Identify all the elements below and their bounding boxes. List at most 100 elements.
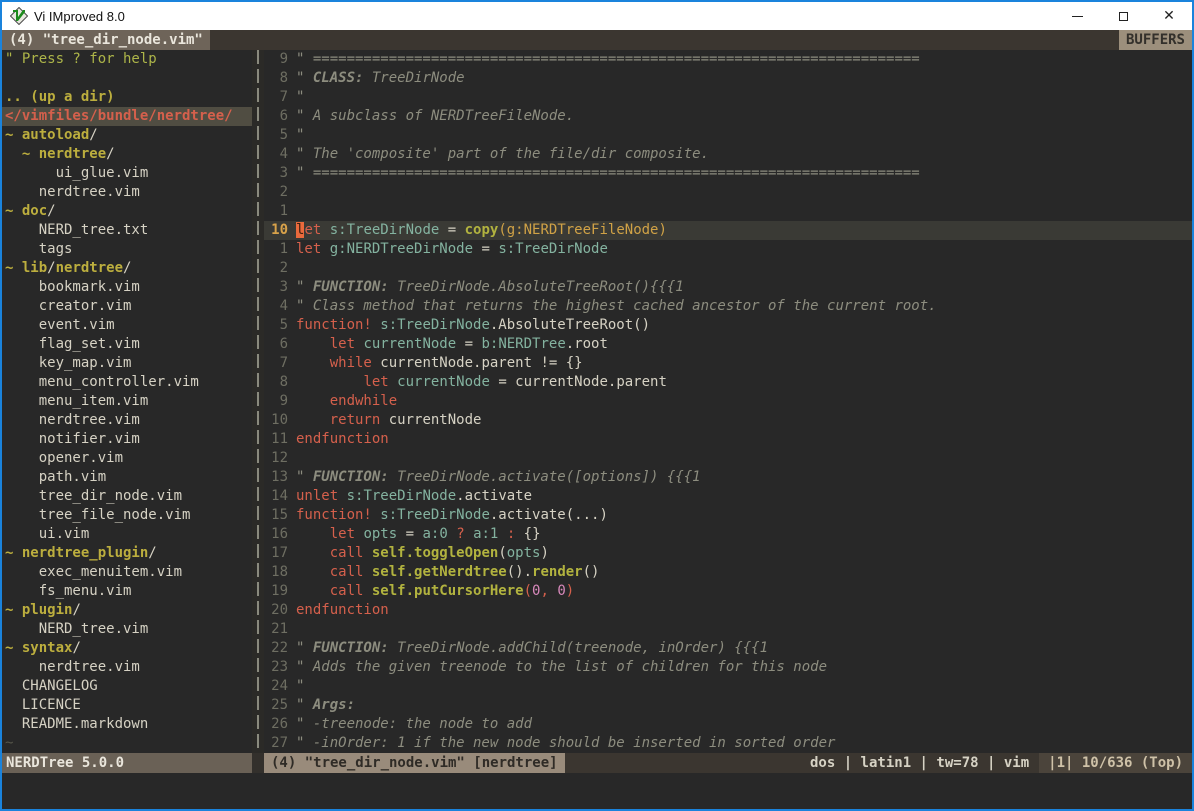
code-line[interactable]: 6" A subclass of NERDTreeFileNode. [264,107,1192,126]
line-number: 5 [264,316,288,335]
code-line[interactable]: 24" [264,677,1192,696]
code-line[interactable]: 18 call self.getNerdtree().render() [264,563,1192,582]
tree-row[interactable]: ~ autoload/ [2,126,252,145]
tree-row[interactable]: event.vim [2,316,252,335]
code-line[interactable]: 8" CLASS: TreeDirNode [264,69,1192,88]
tree-row[interactable]: ~ lib/nerdtree/ [2,259,252,278]
code-line[interactable]: 5function! s:TreeDirNode.AbsoluteTreeRoo… [264,316,1192,335]
code-line[interactable]: 12 [264,449,1192,468]
code-line[interactable]: 22" FUNCTION: TreeDirNode.addChild(treen… [264,639,1192,658]
command-line[interactable] [2,773,1192,809]
tree-row[interactable]: ~ syntax/ [2,639,252,658]
tree-row[interactable]: fs_menu.vim [2,582,252,601]
tree-row[interactable]: ~ [2,734,252,753]
file-status: (4) "tree_dir_node.vim" [nerdtree] [264,753,565,773]
code-line[interactable]: 25" Args: [264,696,1192,715]
code-line[interactable]: 16 let opts = a:0 ? a:1 : {} [264,525,1192,544]
tree-row[interactable]: key_map.vim [2,354,252,373]
code-line[interactable]: 1let g:NERDTreeDirNode = s:TreeDirNode [264,240,1192,259]
buffers-label: BUFFERS [1119,30,1192,50]
tree-row[interactable]: notifier.vim [2,430,252,449]
code-line[interactable]: 21 [264,620,1192,639]
tree-row[interactable]: ~ nerdtree/ [2,145,252,164]
tree-row[interactable]: path.vim [2,468,252,487]
tree-row[interactable]: ui.vim [2,525,252,544]
code-line[interactable]: 15function! s:TreeDirNode.activate(...) [264,506,1192,525]
code-line[interactable]: 23" Adds the given treenode to the list … [264,658,1192,677]
window-separator[interactable] [252,50,264,753]
tree-row[interactable]: tree_dir_node.vim [2,487,252,506]
tree-row[interactable]: CHANGELOG [2,677,252,696]
code-line[interactable]: 2 [264,259,1192,278]
code-line[interactable]: 1 [264,202,1192,221]
code-line[interactable]: 26" -treenode: the node to add [264,715,1192,734]
tree-row[interactable]: creator.vim [2,297,252,316]
code-line[interactable]: 13" FUNCTION: TreeDirNode.activate([opti… [264,468,1192,487]
tree-row[interactable]: ~ plugin/ [2,601,252,620]
tree-row[interactable]: nerdtree.vim [2,183,252,202]
line-number: 2 [264,259,288,278]
window-title: Vi IMproved 8.0 [34,9,125,24]
close-icon: ✕ [1163,9,1175,23]
code-line[interactable]: 6 let currentNode = b:NERDTree.root [264,335,1192,354]
code-line[interactable]: 3" =====================================… [264,164,1192,183]
tree-row[interactable] [2,69,252,88]
code-line[interactable]: 9" =====================================… [264,50,1192,69]
line-number: 3 [264,164,288,183]
line-number: 17 [264,544,288,563]
code-line[interactable]: 8 let currentNode = currentNode.parent [264,373,1192,392]
tree-row[interactable]: ~ doc/ [2,202,252,221]
line-number: 22 [264,639,288,658]
tree-row[interactable]: tags [2,240,252,259]
editor-panel: 9" =====================================… [264,50,1192,753]
code-line[interactable]: 14unlet s:TreeDirNode.activate [264,487,1192,506]
tree-row[interactable]: exec_menuitem.vim [2,563,252,582]
tree-row[interactable]: " Press ? for help [2,50,252,69]
tree-row[interactable]: .. (up a dir) [2,88,252,107]
code-line[interactable]: 17 call self.toggleOpen(opts) [264,544,1192,563]
tab-active[interactable]: (4) "tree_dir_node.vim" [2,30,210,50]
tree-row[interactable]: bookmark.vim [2,278,252,297]
tree-row[interactable]: opener.vim [2,449,252,468]
line-number: 1 [264,240,288,259]
code-line[interactable]: 9 endwhile [264,392,1192,411]
tree-row[interactable]: NERD_tree.txt [2,221,252,240]
line-number: 4 [264,145,288,164]
code-line[interactable]: 4" The 'composite' part of the file/dir … [264,145,1192,164]
tree-row[interactable]: menu_item.vim [2,392,252,411]
line-number: 1 [264,202,288,221]
code-line[interactable]: 4" Class method that returns the highest… [264,297,1192,316]
tree-row[interactable]: </vimfiles/bundle/nerdtree/ [2,107,252,126]
title-bar: Vi IMproved 8.0 ✕ [2,2,1192,30]
code-line[interactable]: 11endfunction [264,430,1192,449]
status-line: NERDTree 5.0.0 (4) "tree_dir_node.vim" [… [2,753,1192,773]
tree-row[interactable]: nerdtree.vim [2,411,252,430]
tree-row[interactable]: README.markdown [2,715,252,734]
tree-row[interactable]: ~ nerdtree_plugin/ [2,544,252,563]
code-line[interactable]: 20endfunction [264,601,1192,620]
code-line[interactable]: 19 call self.putCursorHere(0, 0) [264,582,1192,601]
tree-row[interactable]: nerdtree.vim [2,658,252,677]
code-line[interactable]: 5" [264,126,1192,145]
code-line[interactable]: 7" [264,88,1192,107]
tree-row[interactable]: menu_controller.vim [2,373,252,392]
line-number: 16 [264,525,288,544]
code-line[interactable]: 10 return currentNode [264,411,1192,430]
tree-row[interactable]: ui_glue.vim [2,164,252,183]
close-button[interactable]: ✕ [1146,2,1192,30]
status-filler: dos | latin1 | tw=78 | vim [565,753,1040,773]
code-line[interactable]: 3" FUNCTION: TreeDirNode.AbsoluteTreeRoo… [264,278,1192,297]
line-number: 9 [264,50,288,69]
tree-row[interactable]: flag_set.vim [2,335,252,354]
tree-row[interactable]: NERD_tree.vim [2,620,252,639]
minimize-button[interactable] [1054,2,1100,30]
code-line[interactable]: 27" -inOrder: 1 if the new node should b… [264,734,1192,753]
code-line[interactable]: 10let s:TreeDirNode = copy(g:NERDTreeFil… [264,221,1192,240]
code-line[interactable]: 7 while currentNode.parent != {} [264,354,1192,373]
tree-row[interactable]: tree_file_node.vim [2,506,252,525]
status-gap [252,753,264,773]
code-line[interactable]: 2 [264,183,1192,202]
line-number: 21 [264,620,288,639]
tree-row[interactable]: LICENCE [2,696,252,715]
maximize-button[interactable] [1100,2,1146,30]
